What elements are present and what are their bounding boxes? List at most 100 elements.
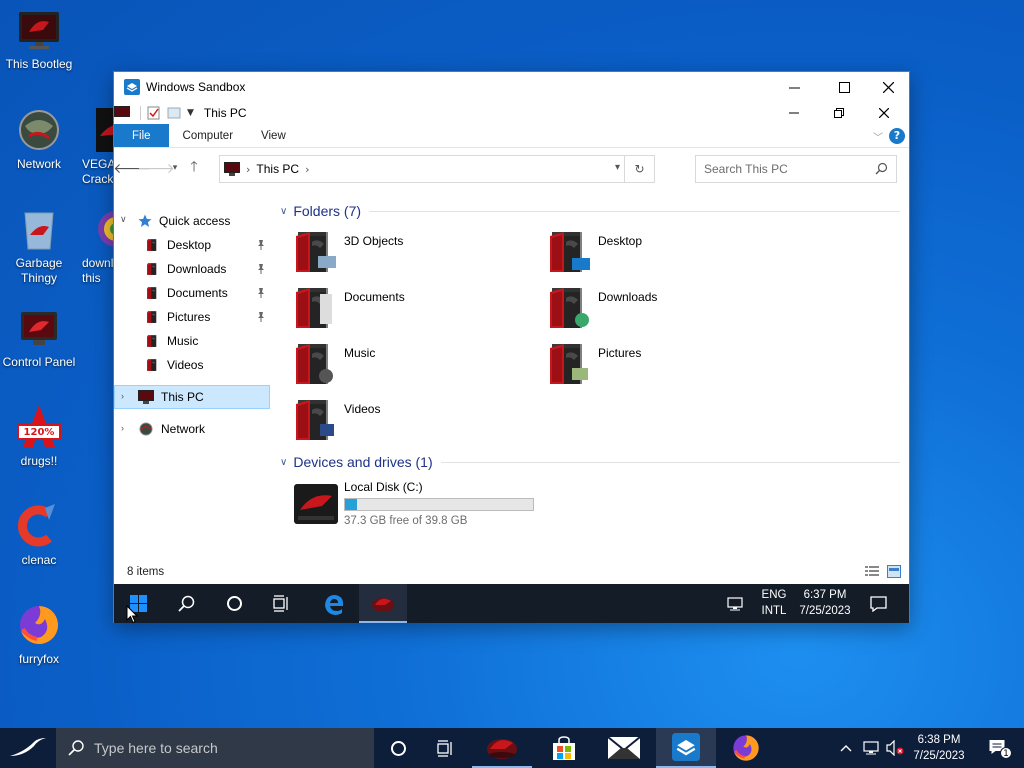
up-button[interactable]: 🡑 [182, 156, 206, 180]
navigation-pane: ∨ Quick access Desktop Downloads Documen… [114, 210, 270, 560]
desktop-icon-label: furryfox [18, 652, 59, 666]
nav-quick-access[interactable]: Quick access [138, 210, 230, 232]
sandbox-language-indicator[interactable]: ENG INTL [757, 587, 791, 619]
sandbox-cortana-button[interactable] [210, 584, 258, 623]
customize-toolbar-chevron-icon[interactable]: ▼ [187, 108, 194, 118]
forward-button[interactable]: 🡒 [137, 156, 175, 180]
folder-desktop[interactable]: Desktop [546, 228, 642, 276]
nav-item-this-pc[interactable]: › This PC [114, 385, 270, 409]
explorer-restore-button[interactable] [816, 100, 862, 126]
nav-item-music[interactable]: Music [146, 330, 198, 352]
explorer-close-button[interactable] [861, 100, 907, 126]
sandbox-minimize-button[interactable] [771, 72, 817, 102]
address-dropdown-icon[interactable]: ▾ [615, 162, 620, 173]
tiles-view-icon[interactable] [887, 565, 901, 578]
explorer-minimize-button[interactable] [771, 100, 817, 126]
new-folder-icon[interactable] [167, 106, 181, 120]
sandbox-task-view-button[interactable] [258, 584, 306, 623]
desktop-icon-drugs[interactable]: 120% drugs!! [0, 403, 78, 469]
desktop-icon-network[interactable]: Network [0, 106, 78, 172]
folder-music[interactable]: Music [292, 340, 375, 388]
pin-icon[interactable] [256, 263, 266, 275]
sandbox-edge-button[interactable] [310, 584, 358, 623]
mail-button[interactable] [594, 728, 654, 768]
pin-icon[interactable] [256, 311, 266, 323]
network-wired-icon [863, 741, 879, 755]
chevron-right-icon[interactable]: › [121, 423, 124, 433]
recent-locations-button[interactable]: ▾ [168, 156, 182, 180]
desktop-icon-furryfox[interactable]: furryfox [0, 601, 78, 667]
desktop-icon-this-bootleg[interactable]: This Bootleg [0, 6, 78, 72]
show-hidden-icons-button[interactable] [832, 728, 860, 768]
expand-ribbon-chevron-icon[interactable]: ﹀ [873, 129, 883, 144]
folder-documents[interactable]: Documents [292, 284, 405, 332]
nav-item-documents[interactable]: Documents [146, 282, 270, 304]
chevron-down-icon: ▾ [172, 163, 178, 173]
drive-name: Local Disk (C:) [344, 480, 423, 494]
sandbox-clock[interactable]: 6:37 PM 7/25/2023 [794, 587, 856, 619]
nav-item-desktop[interactable]: Desktop [146, 234, 270, 256]
sandbox-window[interactable]: Windows Sandbox ▼ This PC File Computer … [113, 71, 910, 623]
tab-computer[interactable]: Computer [169, 124, 248, 147]
taskbar-clock[interactable]: 6:38 PM 7/25/2023 [906, 732, 972, 764]
cortana-circle-icon [226, 596, 242, 611]
address-bar[interactable]: › This PC › ▾ ↻ [219, 155, 655, 183]
chevron-down-icon: ∨ [280, 456, 288, 468]
nav-item-network[interactable]: › Network [114, 418, 205, 440]
taskbar-sandbox-button[interactable] [656, 728, 716, 768]
breadcrumb-separator-icon: › [246, 162, 251, 176]
taskbar-explorer-button[interactable] [472, 728, 532, 768]
taskbar-search-box[interactable]: Type here to search [56, 728, 374, 768]
pin-icon[interactable] [256, 287, 266, 299]
sandbox-search-button[interactable] [162, 584, 210, 623]
properties-icon[interactable] [147, 106, 161, 120]
details-view-icon[interactable] [865, 565, 879, 578]
chevron-down-icon[interactable]: ∨ [120, 215, 127, 225]
search-box[interactable] [695, 155, 897, 183]
volume-tray-button[interactable] [882, 728, 908, 768]
desktop-icon-clenac[interactable]: clenac [0, 502, 78, 568]
sandbox-network-tray-icon[interactable] [720, 584, 750, 623]
chevron-right-icon[interactable]: › [121, 391, 124, 401]
drive-usage-bar [344, 498, 534, 511]
task-view-button[interactable] [416, 728, 476, 768]
firefox-icon [733, 735, 759, 761]
language-code: ENG [761, 589, 787, 601]
sandbox-title-bar[interactable]: Windows Sandbox [114, 72, 909, 102]
folder-downloads[interactable]: Downloads [546, 284, 657, 332]
taskbar-furryfox-button[interactable] [716, 728, 776, 768]
folder-label: Downloads [598, 290, 658, 304]
drive-local-disk-c[interactable]: Local Disk (C:) 37.3 GB free of 39.8 GB [292, 480, 534, 528]
folders-group-header[interactable]: ∨ Folders (7) [280, 203, 900, 219]
refresh-button[interactable]: ↻ [624, 156, 654, 182]
sandbox-start-button[interactable] [114, 584, 162, 623]
maximize-icon [838, 81, 850, 93]
help-button[interactable]: ? [889, 128, 905, 144]
folder-videos[interactable]: Videos [292, 396, 380, 444]
network-tray-button[interactable] [858, 728, 884, 768]
rog-explorer-icon [487, 739, 517, 759]
desktop-icon-garbage-thingy[interactable]: Garbage Thingy [0, 205, 78, 286]
this-pc-small-icon [114, 106, 130, 117]
sandbox-explorer-button[interactable] [359, 584, 407, 623]
explorer-title-bar[interactable]: ▼ This PC [114, 102, 909, 124]
tab-file[interactable]: File [114, 124, 169, 147]
sandbox-action-center-button[interactable] [856, 584, 900, 623]
pin-icon[interactable] [256, 239, 266, 251]
folder-3d-objects[interactable]: 3D Objects [292, 228, 403, 276]
nav-item-videos[interactable]: Videos [146, 354, 203, 376]
nav-item-downloads[interactable]: Downloads [146, 258, 270, 280]
sandbox-close-button[interactable] [865, 72, 911, 102]
devices-group-header[interactable]: ∨ Devices and drives (1) [280, 454, 900, 470]
sandbox-maximize-button[interactable] [821, 72, 867, 102]
action-center-button[interactable]: 1 [976, 728, 1020, 768]
nav-item-pictures[interactable]: Pictures [146, 306, 270, 328]
rog-folder-documents-icon [292, 284, 332, 332]
desktop-icon-control-panel[interactable]: Control Panel [0, 304, 78, 370]
search-input[interactable] [696, 156, 866, 182]
start-button[interactable] [0, 728, 56, 768]
microsoft-store-button[interactable] [534, 728, 594, 768]
folder-pictures[interactable]: Pictures [546, 340, 641, 388]
breadcrumb-this-pc[interactable]: This PC [256, 162, 299, 176]
tab-view[interactable]: View [247, 124, 300, 147]
